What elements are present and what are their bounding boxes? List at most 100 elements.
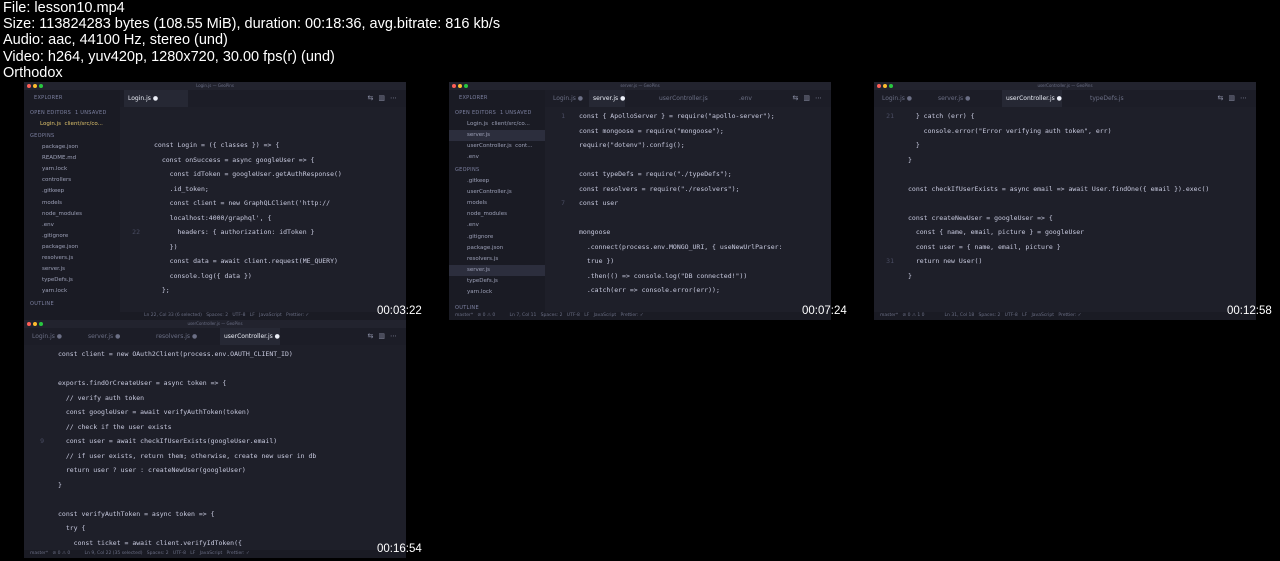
sidebar-file-item[interactable]: userController.js <box>449 187 545 198</box>
sidebar-file-item[interactable]: typeDefs.js <box>24 275 120 286</box>
outline-section[interactable]: OUTLINE <box>24 299 120 310</box>
code-line[interactable]: const createNewUser = googleUser => { <box>874 211 1053 225</box>
code-line[interactable]: 7 const user <box>545 196 618 210</box>
code-line[interactable]: mongoose <box>545 225 610 239</box>
sidebar-file-item[interactable]: resolvers.js <box>449 254 545 265</box>
code-line[interactable] <box>545 211 579 225</box>
code-line[interactable]: const typeDefs = require("./typeDefs"); <box>545 167 732 181</box>
sidebar-file-item[interactable]: yarn.lock <box>24 286 120 297</box>
code-line[interactable] <box>874 196 908 210</box>
code-line[interactable]: .then(() => console.log("DB connected!")… <box>545 269 747 283</box>
code-line[interactable]: .connect(process.env.MONGO_URI, { useNew… <box>545 240 783 254</box>
code-line[interactable]: // check if the user exists <box>24 420 172 434</box>
sidebar-file-item[interactable]: package.json <box>24 242 120 253</box>
more-icon[interactable]: ⋯ <box>815 94 827 102</box>
code-line[interactable]: console.error("Error verifying auth toke… <box>874 124 1112 138</box>
code-line[interactable]: const googleUser = await verifyAuthToken… <box>24 405 250 419</box>
code-line[interactable]: const Login = ({ classes }) => { <box>120 138 279 152</box>
code-line[interactable] <box>120 109 154 123</box>
sidebar-file-item[interactable]: server.js <box>24 264 120 275</box>
open-editors-section[interactable]: OPEN EDITORS 1 UNSAVED <box>449 108 545 119</box>
tab-server[interactable]: server.js ● <box>84 328 120 345</box>
code-line[interactable]: // if user exists, return them; otherwis… <box>24 449 316 463</box>
code-line[interactable] <box>545 153 579 167</box>
tab-login[interactable]: Login.js ● <box>549 90 583 107</box>
sidebar-file-item[interactable]: .gitkeep <box>449 176 545 187</box>
layout-icon[interactable]: ▥ <box>1228 94 1240 102</box>
code-line[interactable]: // verify auth token <box>24 391 144 405</box>
code-line[interactable]: require("dotenv").config(); <box>545 138 685 152</box>
split-editor-icon[interactable]: ⇆ <box>1218 94 1229 102</box>
tab-login[interactable]: Login.js ● <box>28 328 62 345</box>
project-section[interactable]: GEOPINS <box>24 131 120 142</box>
code-line[interactable]: const mongoose = require("mongoose"); <box>545 124 724 138</box>
sidebar-file-item[interactable]: server.js <box>449 264 545 276</box>
layout-icon[interactable]: ▥ <box>378 332 390 340</box>
code-line[interactable]: 22 headers: { authorization: idToken } <box>120 225 314 239</box>
code-line[interactable]: 9 const user = await checkIfUserExists(g… <box>24 434 277 448</box>
code-line[interactable]: try { <box>24 521 86 535</box>
code-editor[interactable]: const client = new OAuth2Client(process.… <box>24 345 406 550</box>
tab-server[interactable]: server.js ● <box>934 90 970 107</box>
code-line[interactable] <box>874 167 908 181</box>
code-line[interactable]: true }) <box>545 254 614 268</box>
layout-icon[interactable]: ▥ <box>803 94 815 102</box>
sidebar-file-item[interactable]: package.json <box>24 142 120 153</box>
code-line[interactable]: .catch(err => console.error(err)); <box>545 283 720 297</box>
open-editors-section[interactable]: OPEN EDITORS 1 UNSAVED <box>24 108 120 119</box>
sidebar-file-item[interactable]: userController.js cont... <box>449 141 545 152</box>
code-line[interactable]: } <box>874 269 912 283</box>
open-file-item[interactable]: Login.js client/src/co... <box>24 119 120 130</box>
code-line[interactable]: 21 } catch (err) { <box>874 109 974 123</box>
code-line[interactable]: const idToken = googleUser.getAuthRespon… <box>120 167 342 181</box>
code-line[interactable]: const onSuccess = async googleUser => { <box>120 153 315 167</box>
code-line[interactable]: const user = { name, email, picture } <box>874 240 1061 254</box>
sidebar-file-item[interactable]: .env <box>24 220 120 231</box>
layout-icon[interactable]: ▥ <box>378 94 390 102</box>
code-line[interactable]: } <box>874 138 920 152</box>
more-icon[interactable]: ⋯ <box>390 94 402 102</box>
code-line[interactable]: const checkIfUserExists = async email =>… <box>874 182 1209 196</box>
tab-login[interactable]: Login.js ● <box>124 90 188 107</box>
sidebar-file-item[interactable]: package.json <box>449 243 545 254</box>
split-editor-icon[interactable]: ⇆ <box>368 332 379 340</box>
code-editor[interactable]: 1 const { ApolloServer } = require("apoll… <box>545 107 831 312</box>
code-line[interactable]: const client = new OAuth2Client(process.… <box>24 347 293 361</box>
code-line[interactable]: return user ? user : createNewUser(googl… <box>24 463 246 477</box>
code-line[interactable]: const data = await client.request(ME_QUE… <box>120 254 338 268</box>
tab-resolvers[interactable]: resolvers.js ● <box>152 328 197 345</box>
tab-user-controller[interactable]: userController.js <box>655 90 708 107</box>
code-line[interactable] <box>24 492 58 506</box>
sidebar-file-item[interactable]: typeDefs.js <box>449 276 545 287</box>
code-line[interactable]: const client = new GraphQLClient('http:/… <box>120 196 330 210</box>
code-editor[interactable]: const Login = ({ classes }) => { const o… <box>120 107 406 312</box>
tab-server[interactable]: server.js ● <box>589 90 626 107</box>
sidebar-file-item[interactable]: yarn.lock <box>24 164 120 175</box>
split-editor-icon[interactable]: ⇆ <box>793 94 804 102</box>
code-line[interactable]: }) <box>120 240 178 254</box>
code-line[interactable]: 31 return new User() <box>874 254 982 268</box>
sidebar-file-item[interactable]: node_modules <box>24 209 120 220</box>
sidebar-file-item[interactable]: models <box>24 198 120 209</box>
sidebar-file-item[interactable]: .gitkeep <box>24 186 120 197</box>
sidebar-file-item[interactable]: README.md <box>24 153 120 164</box>
sidebar-file-item[interactable]: node_modules <box>449 209 545 220</box>
code-line[interactable]: const resolvers = require("./resolvers")… <box>545 182 739 196</box>
sidebar-file-item[interactable]: .gitignore <box>449 232 545 243</box>
tab-login[interactable]: Login.js ● <box>878 90 912 107</box>
tab-user-controller[interactable]: userController.js ● <box>1002 90 1062 107</box>
sidebar-file-item[interactable]: resolvers.js <box>24 253 120 264</box>
code-line[interactable]: .id_token; <box>120 182 209 196</box>
project-section[interactable]: GEOPINS <box>449 165 545 176</box>
code-line[interactable] <box>24 362 58 376</box>
code-editor[interactable]: 21 } catch (err) { console.error("Error … <box>874 107 1256 312</box>
code-line[interactable]: console.log({ data }) <box>120 269 252 283</box>
sidebar-file-item[interactable]: Login.js client/src/co... <box>449 119 545 130</box>
tab-typedefs[interactable]: typeDefs.js <box>1086 90 1124 107</box>
scrollbar[interactable] <box>401 107 406 312</box>
code-line[interactable]: localhost:4000/graphql', { <box>120 211 272 225</box>
sidebar-file-item[interactable]: .env <box>449 152 545 163</box>
code-line[interactable] <box>120 124 154 138</box>
tab-user-controller[interactable]: userController.js ● <box>220 328 280 345</box>
sidebar-file-item[interactable]: yarn.lock <box>449 287 545 298</box>
